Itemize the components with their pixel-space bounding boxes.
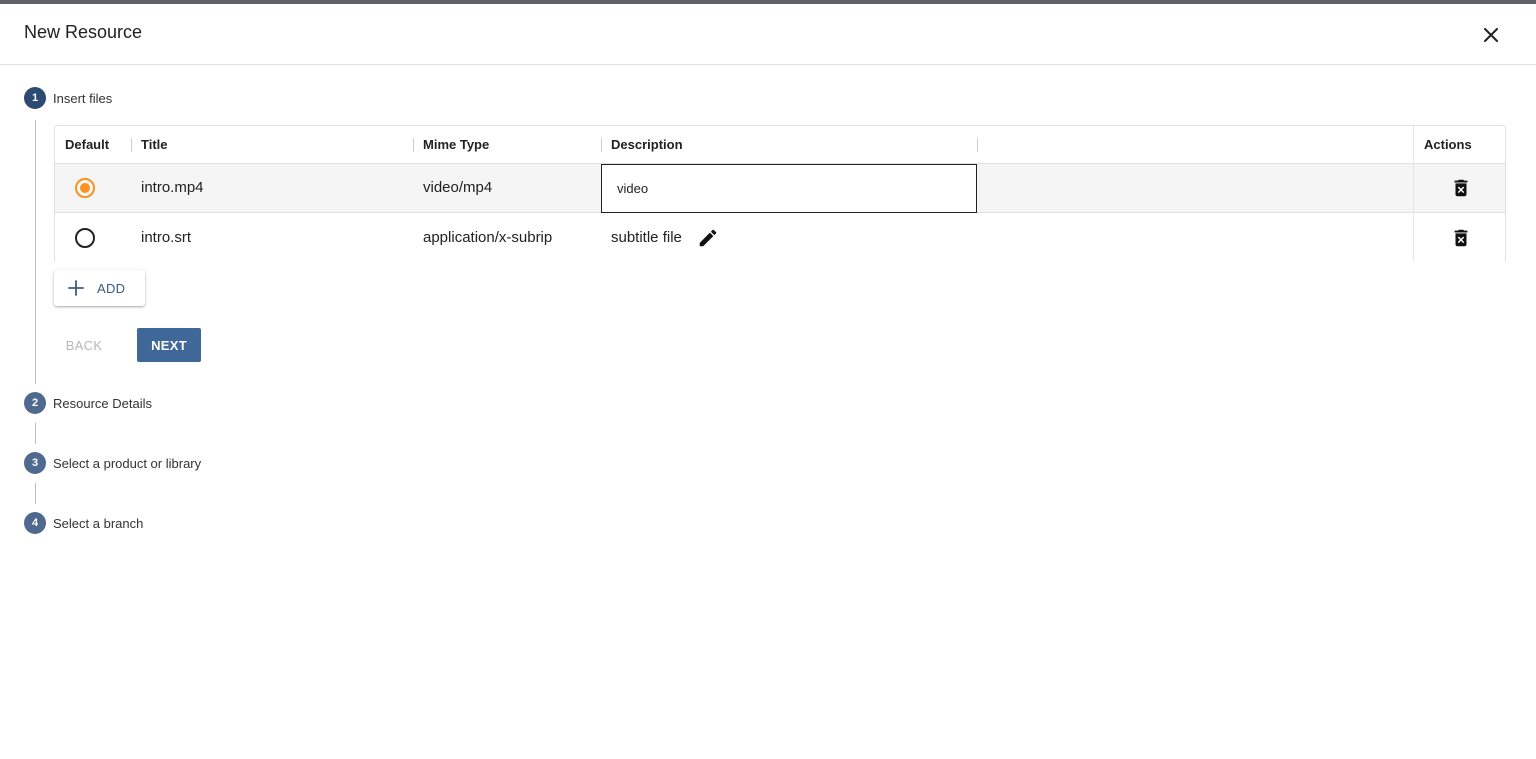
close-icon	[1484, 28, 1498, 42]
step-label: Select a product or library	[53, 455, 202, 471]
step-insert-files[interactable]: 1 Insert files	[24, 87, 112, 109]
dialog-title: New Resource	[24, 22, 143, 42]
step-label: Resource Details	[53, 395, 152, 411]
step-number: 1	[24, 87, 46, 109]
step-number: 4	[24, 512, 46, 534]
step-connector	[35, 483, 36, 504]
column-separator[interactable]	[601, 138, 602, 152]
description-input[interactable]	[601, 164, 977, 213]
close-button[interactable]	[1476, 20, 1506, 50]
header-title: Title	[141, 137, 168, 152]
step-resource-details[interactable]: 2 Resource Details	[24, 392, 152, 414]
add-file-button[interactable]: ADD	[54, 270, 145, 306]
pencil-icon[interactable]	[697, 227, 719, 249]
step-label: Select a branch	[53, 515, 144, 531]
step-number: 2	[24, 392, 46, 414]
file-mime-type: video/mp4	[423, 179, 493, 196]
step-select-product[interactable]: 3 Select a product or library	[24, 452, 201, 474]
step-label: Insert files	[53, 90, 113, 106]
next-button[interactable]: NEXT	[137, 328, 201, 362]
default-radio[interactable]	[75, 178, 95, 198]
header-mime-type: Mime Type	[423, 137, 490, 152]
column-separator[interactable]	[413, 138, 414, 152]
table-row[interactable]: intro.mp4 video/mp4	[55, 164, 1505, 213]
file-description: subtitle file	[611, 229, 682, 246]
step-number: 3	[24, 452, 46, 474]
back-button[interactable]: BACK	[54, 328, 114, 362]
files-table: Default Title Mime Type Description Acti…	[54, 125, 1506, 263]
file-title: intro.mp4	[141, 179, 204, 196]
file-title: intro.srt	[141, 229, 192, 246]
file-mime-type: application/x-subrip	[423, 229, 553, 246]
default-radio[interactable]	[75, 228, 95, 248]
header-description: Description	[611, 137, 683, 152]
step-select-branch[interactable]: 4 Select a branch	[24, 512, 143, 534]
plus-icon	[68, 280, 84, 296]
column-separator[interactable]	[131, 138, 132, 152]
table-row[interactable]: intro.srt application/x-subrip subtitle …	[55, 214, 1505, 263]
header-actions: Actions	[1424, 137, 1472, 152]
delete-icon[interactable]	[1450, 227, 1472, 249]
header-default: Default	[65, 137, 110, 152]
delete-icon[interactable]	[1450, 177, 1472, 199]
step-connector	[35, 423, 36, 444]
table-header: Default Title Mime Type Description Acti…	[55, 126, 1505, 164]
column-separator[interactable]	[977, 138, 978, 152]
step-connector	[35, 120, 36, 384]
dialog-header: New Resource	[0, 4, 1536, 65]
actions-column-divider	[1413, 126, 1414, 262]
add-button-label: ADD	[97, 280, 126, 296]
